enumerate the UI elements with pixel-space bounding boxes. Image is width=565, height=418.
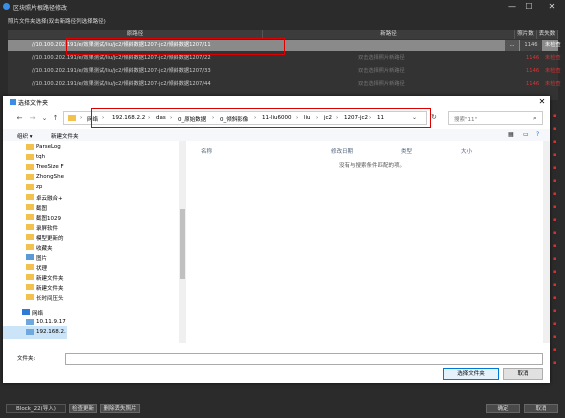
select-folder-button[interactable]: 选择文件夹	[443, 368, 499, 380]
refresh-icon[interactable]: ↻	[431, 113, 441, 123]
history-dropdown-icon[interactable]: ⌄	[40, 114, 49, 123]
folder-icon	[26, 264, 34, 270]
new-path-cell[interactable]: 双击选择照片新路径	[358, 53, 405, 64]
tree-scroll-thumb[interactable]	[180, 209, 185, 279]
dialog-close-icon[interactable]: ✕	[536, 96, 548, 108]
tree-item-label: 长时间压头	[36, 296, 64, 302]
dialog-titlebar	[3, 96, 550, 108]
dialog-title: 选择文件夹	[18, 100, 49, 107]
folder-icon	[26, 214, 34, 220]
side-markers: ▪ ▪ ▪ ▪ ▪ ▪ ▪ ▪ ▪ ▪ ▪ ▪ ▪ ▪ ▪ ▪ ▪ ▪ ▪ ▪	[553, 113, 557, 366]
table-row[interactable]: //10.100.202.191/e/效果测试/liu/jc2/倾斜数据1207…	[8, 66, 561, 77]
folder-icon	[26, 154, 34, 160]
count-cell: 1146	[526, 68, 540, 74]
help-icon[interactable]: ?	[536, 131, 545, 139]
folder-label: 文件夹:	[17, 356, 36, 362]
table-row[interactable]: //10.100.202.191/e/效果测试/liu/jc2/倾斜数据1207…	[8, 79, 561, 90]
tree-item-label: 192.168.2.	[36, 329, 66, 335]
close-button[interactable]: ✕	[545, 1, 559, 12]
folder-input[interactable]	[65, 353, 543, 365]
forward-icon[interactable]: →	[28, 114, 37, 123]
browse-button[interactable]: ...	[505, 40, 519, 51]
delete-lost-button[interactable]: 删除丢失照片	[100, 404, 140, 413]
window-title: 区块照片根路径修改	[13, 5, 68, 12]
block-select[interactable]: Block_22(导入)	[6, 404, 66, 413]
hint-text: 照片文件夹选择(双击新路径列选择路径)	[8, 19, 106, 25]
dialog-toolbar	[3, 129, 550, 141]
tree-item-label: zp	[36, 184, 43, 190]
cancel-button[interactable]: 取消	[524, 404, 558, 413]
network-icon	[22, 309, 30, 315]
folder-icon	[26, 224, 34, 230]
col-type[interactable]: 类型	[401, 147, 412, 155]
col-modified[interactable]: 修改日期	[331, 147, 353, 155]
tree-item-label: 10.11.9.17	[36, 319, 66, 325]
count-cell: 1146	[520, 40, 542, 51]
orig-path-cell: //10.100.202.191/e/效果测试/liu/jc2/倾斜数据1207…	[32, 81, 211, 87]
tree-blank-area	[67, 286, 179, 383]
folder-tree: ParseLog tqh TreeSize F ZhongShe zp 卓云融合…	[3, 141, 67, 343]
folder-icon	[26, 144, 34, 150]
search-placeholder: 搜索"11"	[454, 117, 478, 123]
col-name[interactable]: 名称	[201, 147, 212, 155]
folder-icon	[26, 234, 34, 240]
picture-folder-icon	[26, 254, 34, 260]
window-titlebar	[0, 0, 565, 14]
folder-dialog-icon	[10, 99, 16, 105]
lost-cell: 未检查	[545, 55, 561, 61]
folder-icon	[26, 244, 34, 250]
lost-cell: 未检查	[545, 42, 561, 48]
folder-icon	[26, 274, 34, 280]
up-icon[interactable]: ↑	[51, 114, 60, 123]
folder-icon	[26, 164, 34, 170]
highlight-box	[91, 108, 431, 128]
tree-item-selected[interactable]: 192.168.2.	[3, 326, 67, 339]
back-icon[interactable]: ←	[15, 114, 24, 123]
dialog-cancel-button[interactable]: 取消	[503, 368, 543, 380]
new-path-cell[interactable]: 双击选择照片新路径	[358, 79, 405, 90]
computer-icon	[26, 319, 34, 325]
preview-pane-icon[interactable]: ▭	[523, 131, 532, 139]
folder-icon	[68, 115, 76, 121]
lost-cell: 未检查	[545, 81, 561, 87]
folder-icon	[26, 294, 34, 300]
list-scrollbar[interactable]	[543, 141, 550, 343]
minimize-button[interactable]: —	[505, 1, 519, 12]
orig-path-cell: //10.100.202.191/e/效果测试/liu/jc2/倾斜数据1207…	[32, 68, 211, 74]
view-options-icon[interactable]: ▦	[508, 131, 517, 139]
select-folder-dialog: 选择文件夹 ✕ ← → ⌄ ↑ › 网络 › 192.168.2.2 › das…	[3, 96, 550, 383]
maximize-button[interactable]: ☐	[522, 1, 536, 12]
app-icon	[3, 3, 10, 10]
breadcrumb-separator: ›	[80, 115, 83, 121]
new-path-cell[interactable]: 双击选择照片新路径	[358, 66, 405, 77]
organize-menu[interactable]: 组织 ▾	[17, 132, 33, 140]
tree-item-label: TreeSize F	[36, 164, 64, 170]
tree-item[interactable]: 长时间压头	[3, 291, 67, 304]
col-lost-count[interactable]: 丢失数	[537, 30, 558, 39]
folder-icon	[26, 204, 34, 210]
search-input[interactable]: 搜索"11" ⌕	[448, 111, 543, 125]
new-folder-button[interactable]: 新建文件夹	[51, 132, 79, 140]
count-cell: 1146	[526, 81, 540, 87]
empty-message: 没有与搜索条件匹配的项。	[339, 163, 406, 169]
count-cell: 1146	[526, 55, 540, 61]
computer-icon	[26, 329, 34, 335]
highlight-box	[66, 38, 285, 55]
folder-icon	[26, 174, 34, 180]
folder-icon	[26, 284, 34, 290]
col-size[interactable]: 大小	[461, 147, 472, 155]
tree-item-label: ParseLog	[36, 144, 61, 150]
tree-scrollbar[interactable]	[179, 141, 186, 343]
col-photo-count[interactable]: 照片数	[515, 30, 537, 39]
search-icon: ⌕	[533, 114, 537, 122]
tree-item-label: tqh	[36, 154, 46, 160]
tree-item-label: ZhongShe	[36, 174, 64, 180]
folder-icon	[26, 184, 34, 190]
col-new-path[interactable]: 新路径	[263, 30, 515, 39]
apply-button[interactable]: 确定	[486, 404, 520, 413]
check-update-button[interactable]: 检查更新	[69, 404, 97, 413]
folder-icon	[26, 194, 34, 200]
lost-cell: 未检查	[545, 68, 561, 74]
